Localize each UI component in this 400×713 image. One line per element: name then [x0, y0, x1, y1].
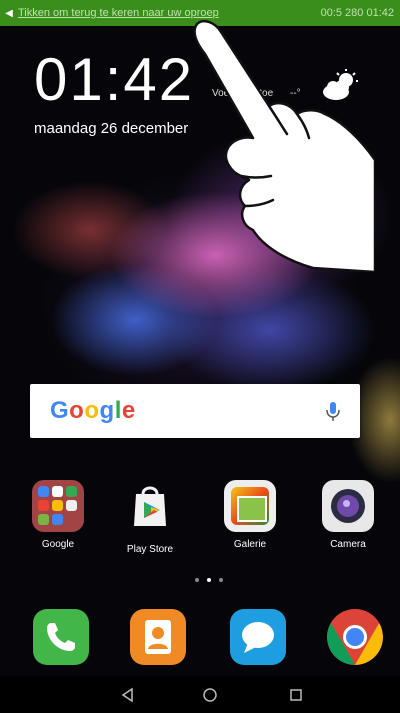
page-dot[interactable] — [219, 578, 223, 582]
home-screen: ◀ Tikken om terug te keren naar uw oproe… — [0, 0, 400, 713]
app-play-store[interactable]: Play Store — [115, 480, 185, 555]
page-dot-active[interactable] — [207, 578, 211, 582]
folder-icon — [32, 480, 84, 532]
back-icon[interactable] — [98, 676, 158, 713]
back-to-call-icon: ◀ — [5, 7, 13, 19]
phone-icon[interactable] — [33, 609, 89, 665]
app-label: Camera — [330, 539, 366, 550]
gallery-icon — [224, 480, 276, 532]
app-gallery[interactable]: Galerie — [215, 480, 285, 550]
navigation-bar — [0, 676, 400, 713]
clock-time[interactable]: 01:42 — [34, 50, 194, 110]
play-store-icon — [134, 486, 166, 526]
microphone-icon[interactable] — [320, 398, 346, 424]
page-dot[interactable] — [195, 578, 199, 582]
clock-date: maandag 26 december — [34, 120, 189, 137]
contacts-icon[interactable] — [130, 609, 186, 665]
app-label: Galerie — [233, 539, 267, 550]
camera-icon — [322, 480, 374, 532]
home-icon[interactable] — [180, 676, 240, 713]
messages-icon[interactable] — [230, 609, 286, 665]
app-camera[interactable]: Camera — [313, 480, 383, 550]
page-indicator — [195, 578, 223, 582]
app-google-folder[interactable]: Google — [23, 480, 93, 550]
chrome-icon[interactable] — [327, 609, 383, 665]
tapping-hand-illustration — [193, 20, 375, 272]
app-label: Google — [41, 539, 75, 550]
google-logo: Google — [50, 397, 136, 424]
recents-icon[interactable] — [266, 676, 326, 713]
app-label: Play Store — [126, 544, 174, 555]
google-search-widget[interactable]: Google — [30, 384, 360, 438]
